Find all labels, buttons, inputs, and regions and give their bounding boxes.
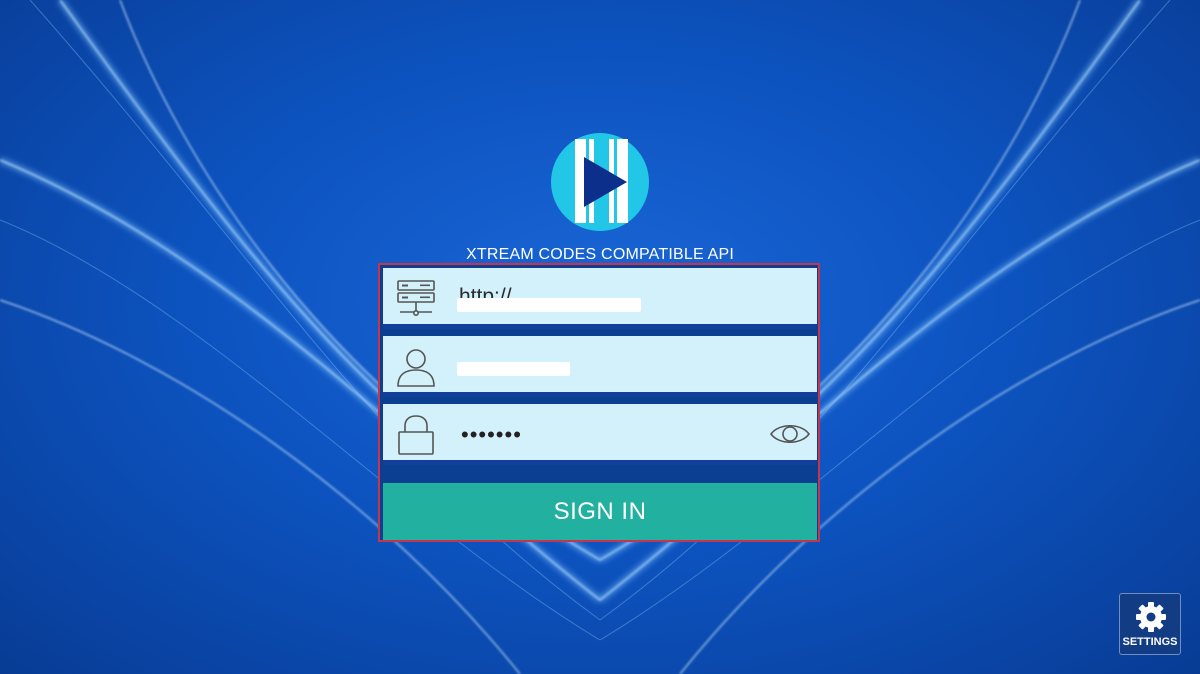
app-logo (551, 133, 649, 231)
server-icon (397, 280, 435, 316)
login-form: http:// ••••••• SIGN IN (378, 263, 820, 542)
username-field[interactable] (383, 336, 817, 397)
sign-in-button[interactable]: SIGN IN (383, 483, 817, 540)
eye-icon[interactable] (769, 418, 811, 450)
redacted-server-url (457, 298, 641, 312)
gear-icon (1136, 602, 1166, 632)
lock-icon (398, 415, 434, 455)
app-title: XTREAM CODES COMPATIBLE API (466, 246, 734, 263)
settings-button[interactable]: SETTINGS (1119, 593, 1181, 655)
redacted-username (457, 362, 570, 376)
settings-label: SETTINGS (1122, 636, 1178, 648)
user-icon (397, 349, 435, 387)
server-url-field[interactable]: http:// (383, 268, 817, 329)
password-value: ••••••• (461, 422, 522, 447)
password-field[interactable]: ••••••• (383, 404, 817, 465)
